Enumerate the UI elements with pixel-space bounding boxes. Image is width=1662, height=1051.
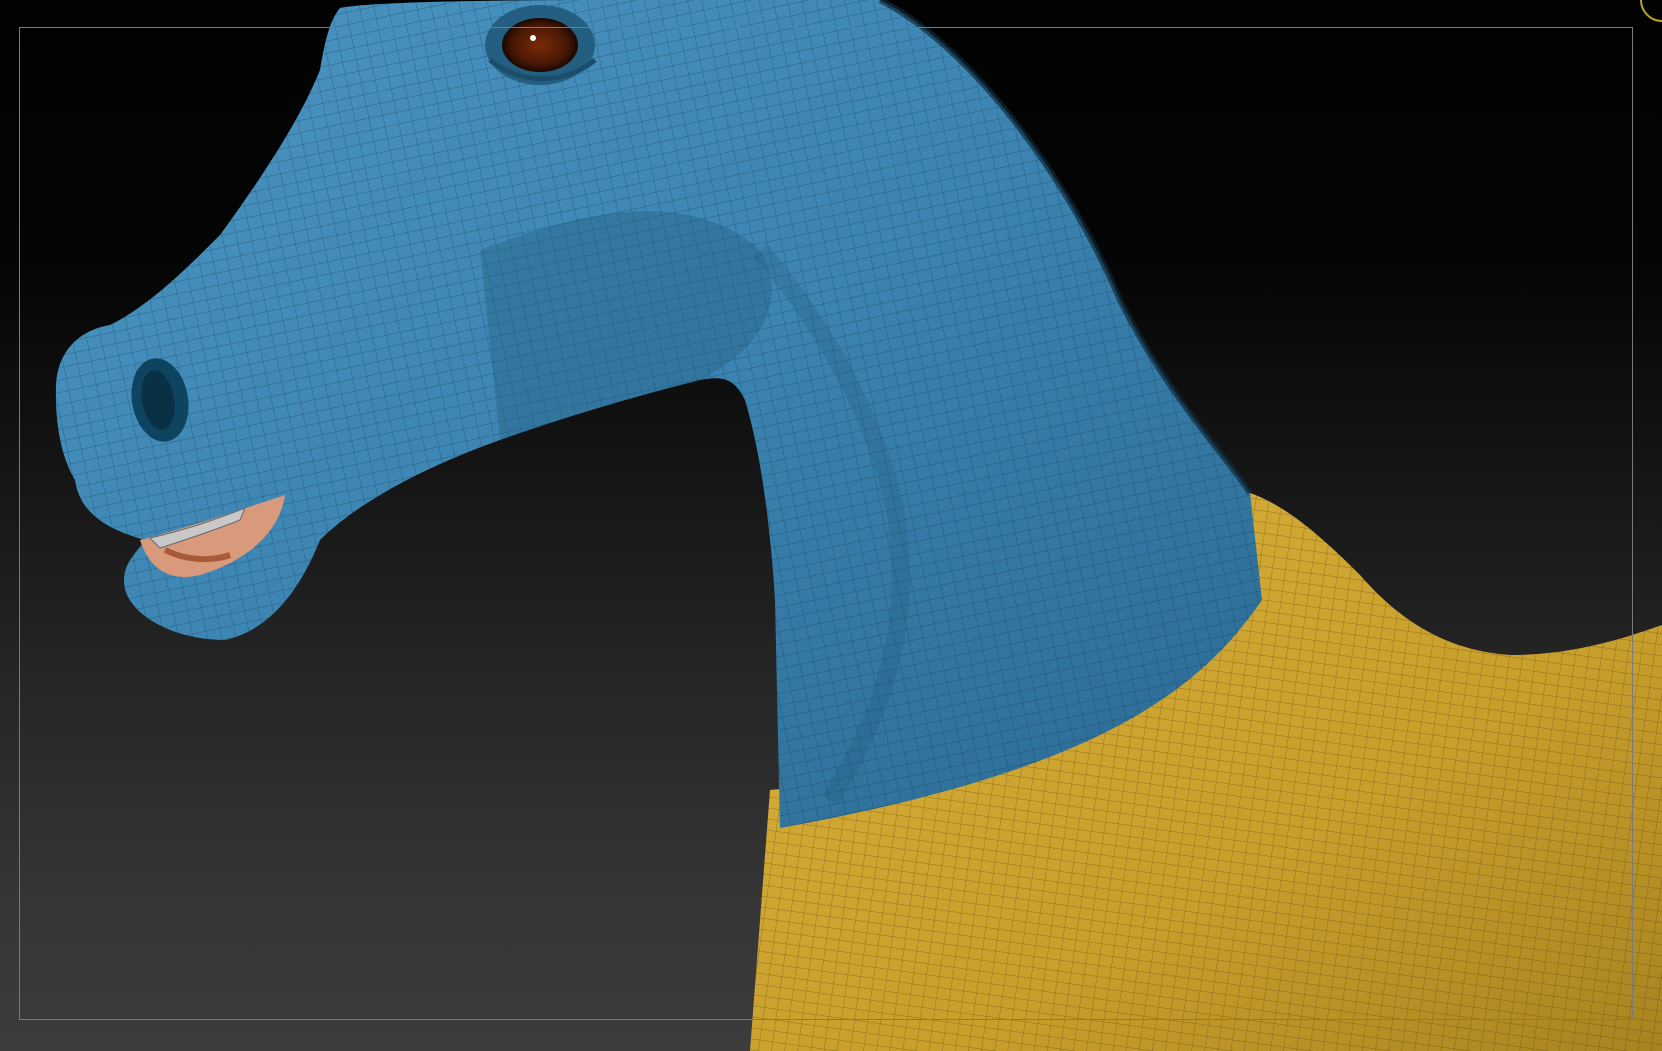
horse-model[interactable] xyxy=(0,0,1662,1051)
canvas-viewport[interactable] xyxy=(0,0,1662,1051)
horse-cheek-shade xyxy=(480,211,772,440)
horse-eye xyxy=(502,18,578,72)
